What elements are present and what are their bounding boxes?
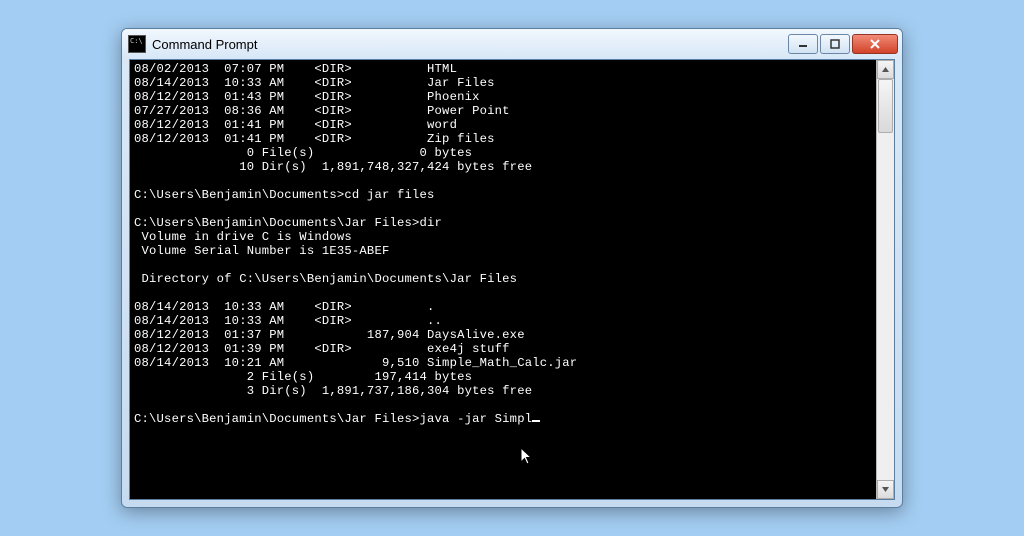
vertical-scrollbar[interactable] bbox=[876, 60, 894, 499]
console-output[interactable]: 08/02/2013 07:07 PM <DIR> HTML 08/14/201… bbox=[130, 60, 876, 499]
titlebar[interactable]: Command Prompt bbox=[122, 29, 902, 59]
client-area: 08/02/2013 07:07 PM <DIR> HTML 08/14/201… bbox=[129, 59, 895, 500]
minimize-button[interactable] bbox=[788, 34, 818, 54]
close-button[interactable] bbox=[852, 34, 898, 54]
window-buttons bbox=[788, 34, 898, 54]
scroll-up-button[interactable] bbox=[877, 60, 894, 79]
scroll-track[interactable] bbox=[877, 79, 894, 480]
command-prompt-window: Command Prompt 08/02/2013 07:07 PM <DIR>… bbox=[121, 28, 903, 508]
maximize-button[interactable] bbox=[820, 34, 850, 54]
scroll-thumb[interactable] bbox=[878, 79, 893, 133]
cmd-icon bbox=[128, 35, 146, 53]
window-title: Command Prompt bbox=[152, 37, 257, 52]
text-cursor bbox=[532, 420, 540, 422]
scroll-down-button[interactable] bbox=[877, 480, 894, 499]
